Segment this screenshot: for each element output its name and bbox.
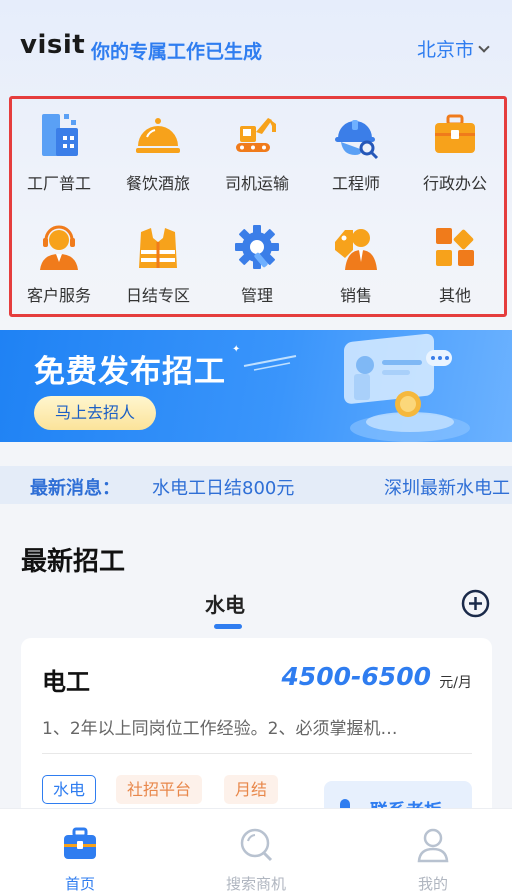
grid-shapes-icon bbox=[436, 228, 474, 266]
excavator-icon bbox=[236, 118, 276, 152]
job-title: 电工 bbox=[42, 668, 90, 696]
category-factory[interactable]: 工厂普工 bbox=[9, 110, 109, 194]
news-item[interactable]: 水电工日结800元 bbox=[152, 474, 294, 500]
job-tag: 社招平台 bbox=[116, 775, 203, 804]
news-ticker[interactable]: 最新消息： 水电工日结800元 深圳最新水电工 bbox=[0, 466, 512, 504]
category-label: 工厂普工 bbox=[26, 174, 91, 193]
job-description: 1、2年以上同岗位工作经验。2、必须掌握机… bbox=[42, 719, 398, 739]
nav-label: 搜索商机 bbox=[225, 875, 286, 893]
brand-logo: visit bbox=[20, 30, 86, 60]
tab-indicator bbox=[214, 624, 242, 629]
salesperson-icon bbox=[335, 229, 377, 270]
category-other[interactable]: 其他 bbox=[405, 222, 505, 306]
category-management[interactable]: 管理 bbox=[207, 222, 307, 306]
briefcase-icon bbox=[435, 114, 475, 153]
safety-vest-icon bbox=[139, 228, 177, 268]
banner-title: 免费发布招工 bbox=[34, 354, 226, 390]
category-sales[interactable]: 销售 bbox=[306, 222, 406, 306]
nav-profile[interactable]: 我的 bbox=[383, 825, 483, 893]
category-engineer[interactable]: 工程师 bbox=[306, 110, 406, 194]
speed-lines-icon bbox=[243, 355, 297, 371]
profile-icon bbox=[417, 828, 449, 863]
home-briefcase-icon bbox=[64, 827, 96, 859]
category-admin[interactable]: 行政办公 bbox=[405, 110, 505, 194]
salary-unit: 元/月 bbox=[439, 675, 472, 691]
category-customer-service[interactable]: 客户服务 bbox=[9, 222, 109, 306]
recruit-illustration-icon bbox=[344, 333, 470, 442]
nav-search[interactable]: 搜索商机 bbox=[206, 825, 306, 893]
job-salary: 4500-6500 bbox=[281, 662, 431, 691]
nav-label: 我的 bbox=[417, 875, 448, 893]
category-label: 销售 bbox=[339, 286, 372, 305]
post-job-banner[interactable]: 免费发布招工 ✦ 马上去招人 bbox=[0, 330, 512, 442]
header-tagline: 你的专属工作已生成 bbox=[91, 41, 263, 63]
post-job-button[interactable]: 马上去招人 bbox=[34, 396, 156, 430]
bottom-nav: 首页 搜索商机 我的 bbox=[0, 808, 512, 893]
city-selector[interactable]: 北京市 bbox=[416, 35, 490, 62]
category-label: 餐饮酒旅 bbox=[125, 174, 190, 193]
nav-label: 首页 bbox=[64, 875, 95, 893]
news-label: 最新消息： bbox=[30, 478, 120, 499]
gear-wrench-icon bbox=[235, 225, 279, 269]
food-cloche-icon bbox=[136, 118, 180, 153]
category-label: 管理 bbox=[240, 286, 273, 305]
news-item[interactable]: 深圳最新水电工 bbox=[384, 474, 510, 500]
section-title: 最新招工 bbox=[21, 547, 126, 577]
search-icon bbox=[240, 828, 273, 862]
hard-hat-icon bbox=[335, 120, 379, 160]
job-tag: 月结 bbox=[224, 775, 279, 804]
category-label: 司机运输 bbox=[224, 174, 289, 193]
category-label: 工程师 bbox=[331, 174, 380, 193]
header: visit 你的专属工作已生成 北京市 bbox=[0, 28, 512, 68]
category-label: 日结专区 bbox=[125, 286, 190, 305]
headset-agent-icon bbox=[40, 225, 78, 270]
category-label: 客户服务 bbox=[26, 286, 91, 305]
chevron-down-icon bbox=[478, 40, 490, 53]
city-label: 北京市 bbox=[416, 39, 474, 61]
job-tag: 水电 bbox=[42, 775, 97, 804]
category-food[interactable]: 餐饮酒旅 bbox=[108, 110, 208, 194]
category-daily-pay[interactable]: 日结专区 bbox=[108, 222, 208, 306]
add-tab-icon[interactable] bbox=[461, 589, 490, 618]
category-driver[interactable]: 司机运输 bbox=[207, 110, 307, 194]
divider bbox=[42, 753, 472, 754]
category-label: 其他 bbox=[438, 286, 471, 305]
nav-home[interactable]: 首页 bbox=[30, 825, 130, 893]
category-label: 行政办公 bbox=[422, 174, 487, 193]
factory-icon bbox=[42, 114, 78, 156]
tab-plumbing-electrical[interactable]: 水电 bbox=[205, 589, 245, 618]
